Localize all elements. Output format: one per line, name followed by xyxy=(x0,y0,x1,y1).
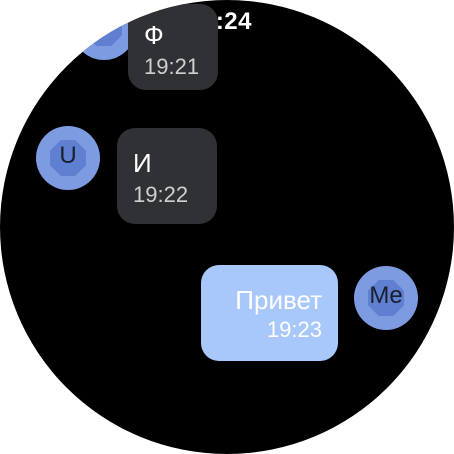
avatar-letter xyxy=(72,0,136,60)
avatar-letter: Me xyxy=(369,282,403,309)
message-time: 19:22 xyxy=(133,182,189,207)
message-time: 19:21 xyxy=(144,54,200,79)
avatar[interactable]: U xyxy=(36,126,100,190)
status-time: 7:24 xyxy=(201,8,253,35)
avatar-me[interactable]: Me xyxy=(354,266,418,330)
avatar-letter: U xyxy=(59,142,77,169)
watch-screen: 7:24 Ф 19:21 U И 19:22 Привет 19:23 Me xyxy=(0,0,454,454)
message-text: И xyxy=(133,148,152,178)
avatar[interactable] xyxy=(72,0,136,60)
message-text: Привет xyxy=(235,285,322,315)
message-text: Ф xyxy=(144,20,164,50)
message-bubble[interactable]: Ф 19:21 xyxy=(128,4,218,90)
message-bubble[interactable]: И 19:22 xyxy=(117,128,217,224)
message-time: 19:23 xyxy=(266,317,322,342)
message-bubble-outgoing[interactable]: Привет 19:23 xyxy=(201,265,338,361)
